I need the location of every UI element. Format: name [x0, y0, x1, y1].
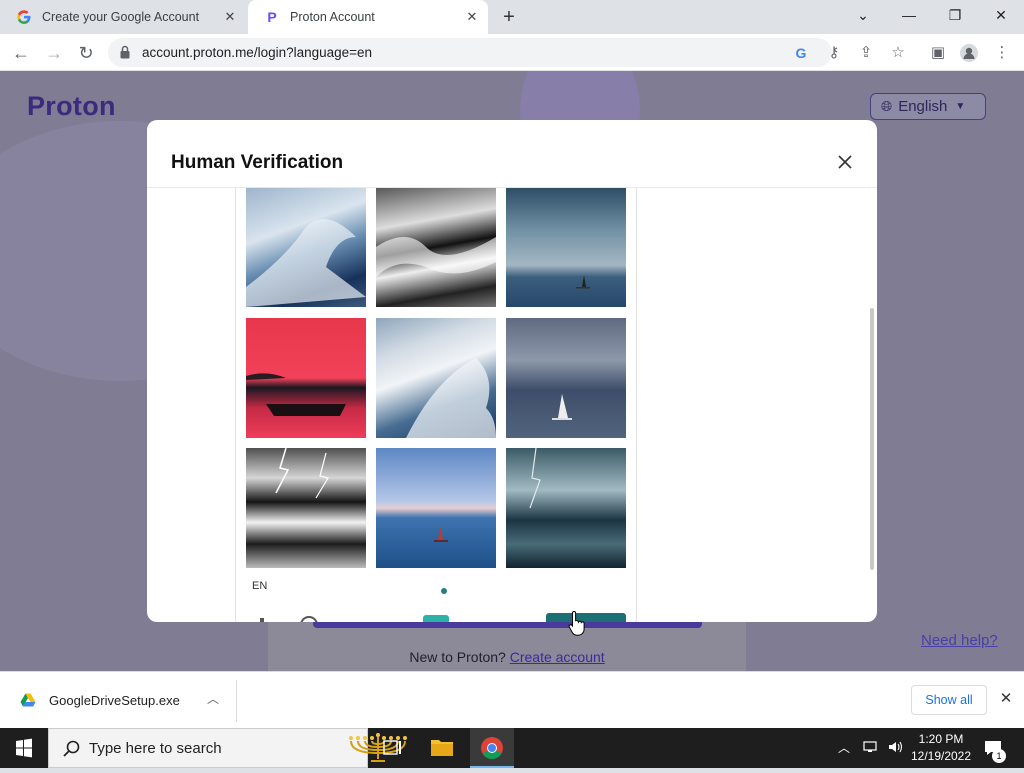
caret-down-icon: ▼	[955, 101, 966, 112]
proton-logo[interactable]: Proton	[27, 91, 116, 122]
tab-title: Proton Account	[290, 10, 375, 24]
show-hidden-icons-chevron[interactable]: ︿	[838, 739, 850, 756]
captcha-image[interactable]	[376, 188, 496, 307]
hand-cursor-icon	[568, 610, 586, 636]
clock-time[interactable]: 1:20 PM	[908, 732, 974, 746]
captcha-image[interactable]	[506, 448, 626, 568]
download-file-name[interactable]: GoogleDriveSetup.exe	[49, 693, 180, 708]
show-all-button[interactable]: Show all	[911, 685, 987, 715]
minimize-button[interactable]: —	[894, 4, 924, 26]
search-placeholder: Type here to search	[89, 740, 222, 757]
captcha-submit-button[interactable]	[546, 613, 626, 622]
captcha-image[interactable]	[246, 188, 366, 307]
profile-avatar-icon[interactable]	[958, 42, 980, 64]
captcha-image[interactable]	[506, 318, 626, 438]
divider	[236, 680, 237, 722]
language-label: English	[898, 98, 948, 115]
tab-google-account[interactable]: Create your Google Account ✕	[0, 0, 246, 34]
lock-icon[interactable]	[120, 45, 130, 59]
volume-icon[interactable]	[886, 738, 904, 756]
side-panel-icon[interactable]: ▣	[927, 42, 949, 64]
network-icon[interactable]	[862, 738, 880, 756]
notification-count-badge: 1	[992, 749, 1006, 763]
browser-toolbar: ← → ↻ account.proton.me/login?language=e…	[0, 34, 1024, 71]
language-selector-button[interactable]: 🌐︎ English ▼	[870, 93, 986, 120]
bookmark-star-icon[interactable]: ☆	[887, 42, 909, 64]
dialog-body: EN	[147, 187, 877, 622]
human-verification-dialog: Human Verification EN	[147, 120, 877, 622]
close-icon	[838, 155, 852, 169]
captcha-image[interactable]	[506, 188, 626, 307]
captcha-frame: EN	[235, 188, 637, 622]
download-bar: GoogleDriveSetup.exe ︿ Show all ✕	[0, 671, 1024, 728]
captcha-image[interactable]	[376, 318, 496, 438]
globe-icon: 🌐︎	[881, 98, 893, 114]
taskbar-search-box[interactable]: Type here to search	[48, 728, 407, 768]
tab-close-icon[interactable]: ✕	[464, 9, 480, 25]
captcha-skip-button[interactable]	[423, 615, 449, 622]
tab-proton-account[interactable]: P Proton Account ✕	[248, 0, 488, 34]
captcha-language-label[interactable]: EN	[252, 580, 267, 592]
file-explorer-icon[interactable]	[420, 728, 464, 768]
google-g-icon	[16, 9, 32, 25]
address-bar[interactable]: account.proton.me/login?language=en G	[108, 38, 832, 67]
google-drive-icon[interactable]	[20, 692, 36, 708]
proton-p-icon: P	[267, 9, 277, 25]
create-account-link[interactable]: Create account	[510, 649, 605, 665]
search-icon	[61, 739, 81, 759]
info-icon[interactable]	[260, 618, 264, 622]
tab-strip: Create your Google Account ✕ P Proton Ac…	[0, 0, 1024, 34]
tab-close-icon[interactable]: ✕	[222, 9, 238, 25]
close-download-bar-icon[interactable]: ✕	[996, 689, 1016, 709]
windows-taskbar: Type here to search ︿ 1:20 PM 12/19/2022…	[0, 728, 1024, 768]
captcha-image[interactable]	[376, 448, 496, 568]
key-icon[interactable]: ⚷	[823, 42, 845, 64]
menu-kebab-icon[interactable]: ⋮	[991, 42, 1013, 64]
google-lens-icon[interactable]: G	[792, 44, 810, 62]
close-window-button[interactable]: ✕	[986, 4, 1016, 26]
clock-date[interactable]: 12/19/2022	[908, 749, 974, 763]
share-icon[interactable]: ⇪	[855, 42, 877, 64]
new-tab-button[interactable]: +	[498, 6, 520, 28]
start-button[interactable]	[0, 728, 48, 768]
signup-prompt: New to Proton? Create account	[0, 649, 1014, 665]
restore-button[interactable]: ❐	[940, 4, 970, 26]
captcha-image[interactable]	[246, 448, 366, 568]
dialog-close-button[interactable]	[833, 150, 857, 174]
captcha-image[interactable]	[246, 318, 366, 438]
need-help-link[interactable]: Need help?	[921, 632, 998, 649]
dialog-title: Human Verification	[171, 152, 344, 173]
captcha-page-indicator	[441, 588, 447, 594]
chrome-taskbar-icon[interactable]	[470, 728, 514, 768]
tab-search-chevron-icon[interactable]: ⌄	[848, 4, 878, 26]
new-to-text: New to Proton?	[409, 649, 506, 665]
task-view-icon[interactable]	[370, 728, 414, 768]
back-button[interactable]: ←	[9, 41, 33, 65]
reload-button[interactable]: ↻	[74, 41, 98, 65]
chevron-up-icon[interactable]: ︿	[204, 690, 222, 708]
refresh-icon[interactable]	[300, 616, 318, 622]
tab-title: Create your Google Account	[42, 10, 200, 24]
dialog-scrollbar[interactable]	[870, 308, 874, 570]
forward-button[interactable]: →	[42, 41, 66, 65]
url-text[interactable]: account.proton.me/login?language=en	[142, 45, 372, 60]
